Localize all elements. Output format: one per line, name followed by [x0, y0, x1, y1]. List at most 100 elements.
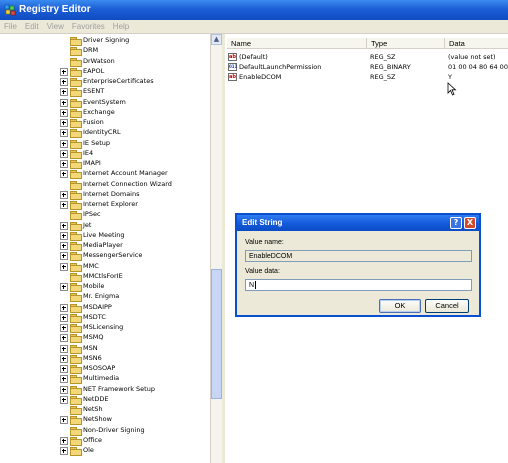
expand-icon[interactable] — [60, 303, 68, 312]
close-button[interactable]: X — [464, 217, 476, 229]
expand-icon[interactable] — [60, 313, 68, 322]
tree-item[interactable]: Driver Signing — [0, 36, 210, 46]
column-header-type[interactable]: Type — [367, 38, 445, 49]
tree-item[interactable]: IPSec — [0, 210, 210, 221]
expand-icon[interactable] — [60, 149, 68, 158]
tree-item[interactable]: Internet Explorer — [0, 200, 210, 210]
tree-item[interactable]: Ole — [0, 446, 210, 456]
expand-icon[interactable] — [60, 129, 68, 138]
tree-item[interactable]: EAPOL — [0, 67, 210, 77]
tree-item[interactable]: Fusion — [0, 118, 210, 128]
folder-icon — [70, 47, 82, 57]
expand-icon[interactable] — [60, 139, 68, 148]
tree-item[interactable]: NET Framework Setup — [0, 385, 210, 395]
expand-icon[interactable] — [60, 283, 68, 291]
tree-item[interactable]: NetDDE — [0, 395, 210, 405]
tree-item[interactable]: Jet — [0, 221, 210, 231]
menu-favorites[interactable]: Favorites — [68, 20, 109, 31]
column-header-data[interactable]: Data — [445, 38, 508, 49]
tree-item[interactable]: EnterpriseCertificates — [0, 77, 210, 87]
tree-item[interactable]: Office — [0, 436, 210, 446]
expand-icon[interactable] — [60, 221, 68, 230]
scroll-thumb[interactable] — [211, 269, 222, 399]
tree-item[interactable]: Non-Driver Signing — [0, 426, 210, 436]
dialog-title-bar[interactable]: Edit String ? X — [237, 215, 479, 231]
expand-icon[interactable] — [60, 334, 68, 343]
tree-item-label: NET Framework Setup — [83, 384, 155, 393]
tree-item[interactable]: MediaPlayer — [0, 241, 210, 251]
expand-icon[interactable] — [60, 119, 68, 127]
column-header-name[interactable]: Name — [227, 38, 367, 49]
tree-item[interactable]: MSMQ — [0, 333, 210, 344]
expand-icon[interactable] — [60, 395, 68, 404]
tree-item[interactable]: IMAPI — [0, 159, 210, 169]
expand-icon[interactable] — [60, 375, 68, 384]
expand-icon[interactable] — [60, 344, 68, 353]
value-data: (value not set) — [448, 53, 496, 61]
tree-item[interactable]: MSDTC — [0, 313, 210, 323]
folder-icon — [70, 426, 82, 436]
tree-item[interactable]: IE4 — [0, 149, 210, 159]
tree-item[interactable]: Internet Account Manager — [0, 169, 210, 180]
tree-item[interactable]: MMC — [0, 262, 210, 272]
tree-item[interactable]: MessengerService — [0, 251, 210, 262]
menu-edit[interactable]: Edit — [21, 20, 43, 31]
tree-item[interactable]: NetShow — [0, 415, 210, 426]
menu-view[interactable]: View — [43, 20, 68, 31]
tree-item[interactable]: Live Meeting — [0, 231, 210, 241]
expand-icon[interactable] — [60, 98, 68, 107]
tree-item[interactable]: Exchange — [0, 108, 210, 118]
tree-item[interactable]: IE Setup — [0, 139, 210, 149]
menu-file[interactable]: File — [0, 20, 21, 31]
tree-item[interactable]: DrWatson — [0, 57, 210, 67]
tree-item[interactable]: MSN6 — [0, 354, 210, 364]
expand-icon[interactable] — [60, 160, 68, 168]
expand-icon[interactable] — [60, 88, 68, 97]
value-row[interactable]: ab (Default) REG_SZ (value not set) — [228, 53, 508, 63]
expand-icon[interactable] — [60, 447, 68, 455]
expand-icon[interactable] — [60, 436, 68, 445]
tree-item[interactable]: DRM — [0, 46, 210, 57]
tree-item[interactable]: Mobile — [0, 282, 210, 292]
expand-icon[interactable] — [60, 67, 68, 76]
expand-icon[interactable] — [60, 78, 68, 86]
scroll-up-button[interactable]: ▲ — [211, 34, 222, 45]
tree-item[interactable]: Mr. Enigma — [0, 292, 210, 303]
expand-icon[interactable] — [60, 385, 68, 394]
tree-item[interactable]: Internet Connection Wizard — [0, 180, 210, 190]
help-button[interactable]: ? — [450, 217, 462, 229]
tree-item[interactable]: MMCtlsForIE — [0, 272, 210, 282]
tree-item[interactable]: ESENT — [0, 87, 210, 98]
expand-icon[interactable] — [60, 242, 68, 250]
expand-icon[interactable] — [60, 262, 68, 271]
expand-icon[interactable] — [60, 252, 68, 261]
tree-item[interactable]: EventSystem — [0, 98, 210, 108]
expand-icon[interactable] — [60, 416, 68, 425]
value-data-input[interactable]: N — [245, 279, 472, 291]
tree-item[interactable]: MSN — [0, 344, 210, 354]
tree-item[interactable]: Internet Domains — [0, 190, 210, 200]
expand-icon[interactable] — [60, 190, 68, 199]
tree-item[interactable]: MSLicensing — [0, 323, 210, 333]
tree-item[interactable]: NetSh — [0, 405, 210, 415]
expand-icon[interactable] — [60, 170, 68, 179]
value-row[interactable]: 011 DefaultLaunchPermission REG_BINARY 01 0… — [228, 63, 508, 73]
registry-key-tree[interactable]: Driver Signing DRM DrWatson EAPOL Enterprise… — [0, 34, 210, 463]
ok-button[interactable]: OK — [379, 299, 421, 313]
tree-item[interactable]: Multimedia — [0, 374, 210, 385]
tree-scrollbar[interactable]: ▲ — [210, 34, 222, 463]
expand-icon[interactable] — [60, 201, 68, 209]
menu-help[interactable]: Help — [109, 20, 133, 31]
expand-icon[interactable] — [60, 231, 68, 240]
string-value-icon: ab — [228, 53, 237, 61]
expand-icon[interactable] — [60, 365, 68, 373]
window-title-bar[interactable]: Registry Editor — [0, 0, 508, 20]
cancel-button[interactable]: Cancel — [425, 299, 469, 313]
expand-icon[interactable] — [60, 324, 68, 332]
tree-item[interactable]: MSOSOAP — [0, 364, 210, 374]
value-row[interactable]: ab EnableDCOM REG_SZ Y — [228, 73, 508, 83]
tree-item[interactable]: MSDAIPP — [0, 303, 210, 313]
tree-item[interactable]: IdentityCRL — [0, 128, 210, 139]
expand-icon[interactable] — [60, 354, 68, 363]
expand-icon[interactable] — [60, 108, 68, 117]
